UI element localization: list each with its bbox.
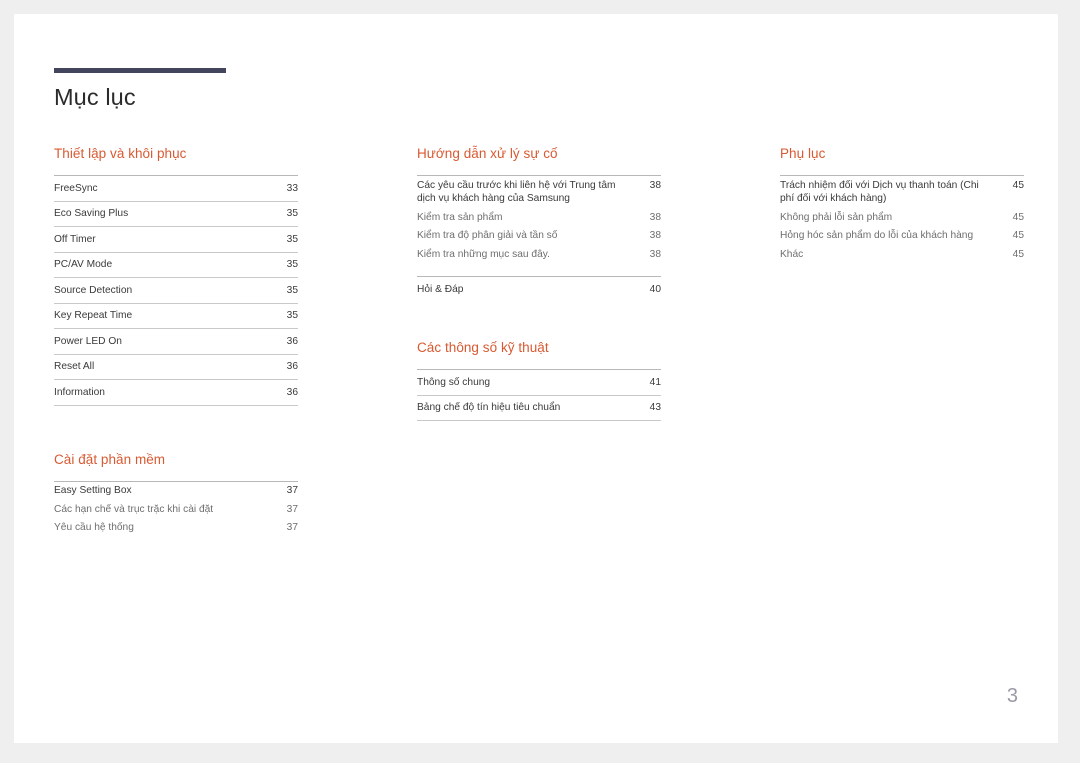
toc-entry-label: Hỏng hóc sản phẩm do lỗi của khách hàng: [780, 230, 974, 242]
toc-entry-page: 37: [286, 503, 298, 515]
toc-section: Các thông số kỹ thuật Thông số chung 41 Bản…: [417, 339, 661, 422]
toc-entry-label: Kiểm tra những mục sau đây.: [417, 249, 550, 261]
toc-section: Thiết lập và khôi phục FreeSync 33 Eco Savi…: [54, 145, 298, 406]
toc-entry-label: Reset All: [54, 361, 95, 372]
section-title: Thiết lập và khôi phục: [54, 146, 187, 161]
toc-entry-label: Eco Saving Plus: [54, 208, 129, 219]
toc-entry-label: Thông số chung: [417, 376, 491, 388]
toc-entry-page: 33: [286, 182, 298, 194]
toc-entry[interactable]: Power LED On 36: [54, 329, 298, 355]
toc-entry-page: 35: [286, 259, 298, 270]
toc-entry[interactable]: Các yêu cầu trước khi liên hệ với Trung …: [417, 176, 661, 208]
toc-entry-page: 35: [286, 310, 298, 321]
toc-section: Phụ lục Trách nhiệm đối với Dịch vụ thanh…: [780, 145, 1024, 264]
toc-entry-page: 41: [649, 376, 661, 388]
toc-entry[interactable]: Reset All 36: [54, 355, 298, 380]
toc-entry[interactable]: Hỏng hóc sản phẩm do lỗi của khách hàng 4…: [780, 227, 1024, 246]
toc-entry[interactable]: Kiểm tra những mục sau đây. 38: [417, 246, 661, 265]
toc-entry-label: Information: [54, 386, 105, 398]
toc-entry[interactable]: Kiểm tra độ phân giải và tần số 38: [417, 227, 661, 246]
toc-entry-page: 40: [649, 284, 661, 296]
toc-entry[interactable]: Trách nhiệm đối với Dịch vụ thanh toán (…: [780, 176, 1024, 208]
toc-entry-label: Key Repeat Time: [54, 310, 133, 321]
toc-entry-page: 35: [286, 233, 298, 245]
toc-entry-label: PC/AV Mode: [54, 259, 113, 270]
toc-entry-label: Power LED On: [54, 335, 122, 347]
section-title: Hướng dẫn xử lý sự cố: [417, 146, 558, 161]
toc-entry[interactable]: Information 36: [54, 380, 298, 406]
title-accent-bar: [54, 68, 226, 73]
toc-entry[interactable]: Off Timer 35: [54, 227, 298, 253]
toc-entry-label: Khác: [780, 249, 804, 261]
toc-entry-label: Kiểm tra sản phẩm: [417, 211, 503, 223]
toc-list: FreeSync 33 Eco Saving Plus 35 Off Timer 35 PC…: [54, 175, 298, 406]
toc-entry[interactable]: FreeSync 33: [54, 176, 298, 202]
toc-list: Trách nhiệm đối với Dịch vụ thanh toán (…: [780, 175, 1024, 264]
toc-entry-label: Off Timer: [54, 233, 96, 245]
toc-entry-label: Không phải lỗi sản phẩm: [780, 211, 893, 223]
toc-entry[interactable]: Hỏi & Đáp 40: [417, 276, 661, 299]
toc-entry-page: 38: [649, 179, 661, 191]
toc-entry[interactable]: Key Repeat Time 35: [54, 304, 298, 329]
toc-entry-page: 37: [286, 485, 298, 497]
toc-section: Cài đặt phần mềm Easy Setting Box 37 Các hạ…: [54, 451, 298, 538]
toc-entry-label: Source Detection: [54, 284, 133, 296]
toc-column-middle: Hướng dẫn xử lý sự cố Các yêu cầu trước k…: [417, 145, 661, 422]
toc-entry-page: 37: [286, 522, 298, 534]
toc-entry[interactable]: Không phải lỗi sản phẩm 45: [780, 208, 1024, 227]
toc-list: Thông số chung 41 Bảng chế độ tín hiệu tiê…: [417, 369, 661, 422]
toc-entry-page: 36: [286, 386, 298, 398]
toc-entry-label: Kiểm tra độ phân giải và tần số: [417, 230, 558, 242]
toc-entry-label: Bảng chế độ tín hiệu tiêu chuẩn: [417, 402, 561, 414]
toc-entry[interactable]: Kiểm tra sản phẩm 38: [417, 208, 661, 227]
toc-entry-label: Trách nhiệm đối với Dịch vụ thanh toán (…: [780, 179, 979, 205]
toc-entry[interactable]: PC/AV Mode 35: [54, 253, 298, 278]
page-number: 3: [1006, 685, 1018, 707]
toc-entry-label: Easy Setting Box: [54, 485, 132, 497]
toc-entry[interactable]: Source Detection 35: [54, 278, 298, 304]
toc-entry-page: 35: [286, 284, 298, 296]
section-title: Các thông số kỹ thuật: [417, 340, 549, 356]
toc-entry-page: 35: [286, 208, 298, 219]
toc-entry-page: 36: [286, 335, 298, 347]
toc-column-right: Phụ lục Trách nhiệm đối với Dịch vụ thanh…: [780, 145, 1024, 264]
toc-entry[interactable]: Thông số chung 41: [417, 370, 661, 396]
toc-entry-page: 36: [286, 361, 298, 372]
toc-entry-label: Hỏi & Đáp: [417, 284, 464, 296]
toc-section: Hướng dẫn xử lý sự cố Các yêu cầu trước k…: [417, 145, 661, 299]
toc-entry[interactable]: Yêu cầu hệ thống 37: [54, 519, 298, 538]
toc-entry-page: 43: [649, 402, 661, 414]
toc-column-left: Thiết lập và khôi phục FreeSync 33 Eco Savi…: [54, 145, 298, 538]
section-title: Cài đặt phần mềm: [54, 451, 166, 467]
toc-entry-label: Các yêu cầu trước khi liên hệ với Trung …: [417, 179, 616, 205]
toc-entry[interactable]: Bảng chế độ tín hiệu tiêu chuẩn 43: [417, 396, 661, 422]
toc-entry-page: 45: [1012, 211, 1024, 223]
toc-entry-page: 38: [649, 211, 661, 223]
toc-entry[interactable]: Easy Setting Box 37: [54, 482, 298, 501]
document-page: Mục lục Thiết lập và khôi phục FreeSync 33…: [14, 14, 1058, 743]
page-title: Mục lục: [54, 84, 136, 110]
toc-entry-label: Các hạn chế và trục trặc khi cài đặt: [54, 503, 214, 515]
toc-entry-page: 38: [649, 249, 661, 261]
toc-entry[interactable]: Khác 45: [780, 246, 1024, 265]
toc-entry-label: FreeSync: [54, 182, 98, 194]
toc-entry-page: 45: [1012, 179, 1024, 191]
section-title: Phụ lục: [780, 146, 826, 161]
toc-entry[interactable]: Các hạn chế và trục trặc khi cài đặt 37: [54, 500, 298, 519]
toc-entry-label: Yêu cầu hệ thống: [54, 522, 134, 534]
toc-entry-page: 38: [649, 230, 661, 242]
toc-list: Các yêu cầu trước khi liên hệ với Trung …: [417, 175, 661, 299]
toc-list: Easy Setting Box 37 Các hạn chế và trục tr…: [54, 480, 298, 538]
toc-entry-page: 45: [1012, 230, 1024, 242]
toc-entry[interactable]: Eco Saving Plus 35: [54, 202, 298, 227]
toc-entry-page: 45: [1012, 249, 1024, 261]
